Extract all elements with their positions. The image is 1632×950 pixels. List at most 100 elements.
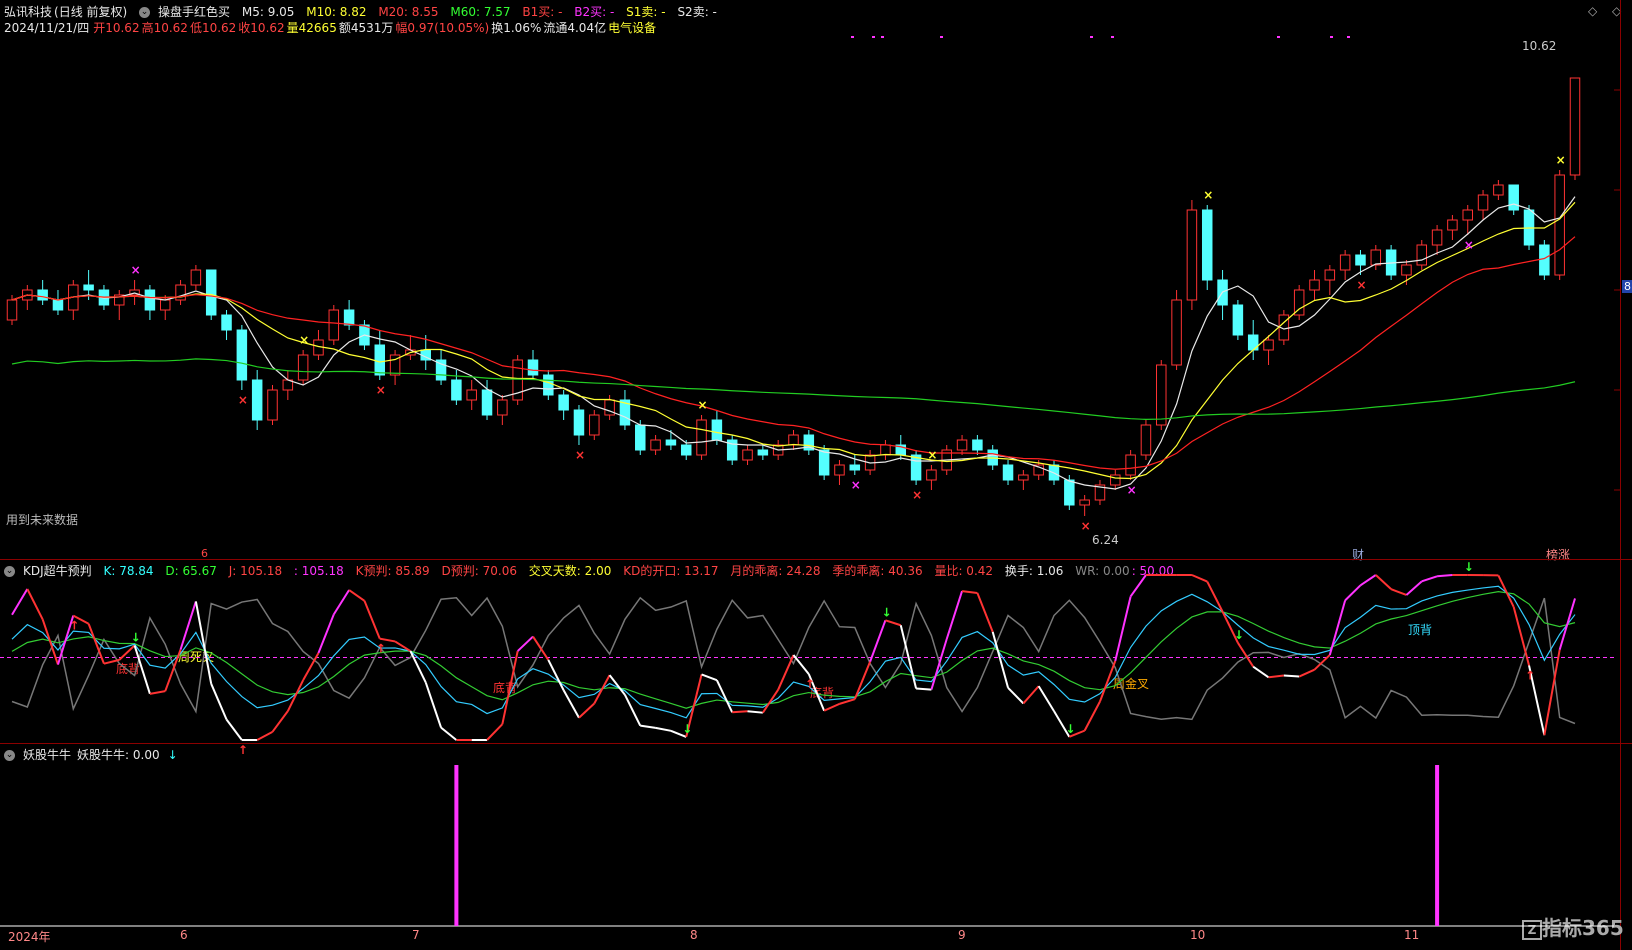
- signal-cross-icon: ×: [299, 333, 309, 347]
- kdj-j-segment: [1512, 606, 1530, 666]
- kdj-j-segment: [11, 588, 29, 616]
- kdj-j-segment: [762, 689, 780, 714]
- candle-body: [589, 414, 600, 436]
- candle-body: [558, 394, 569, 411]
- candle-body: [1171, 299, 1182, 366]
- candle-body: [635, 424, 646, 451]
- kdj-arrow-icon: ↑: [69, 619, 79, 633]
- kdj-j-segment: [945, 590, 964, 640]
- kdj-j-segment: [26, 588, 44, 620]
- kdj-j-segment: [715, 679, 734, 713]
- kdj-j-segment: [655, 726, 672, 732]
- candle-body: [1539, 244, 1550, 276]
- signal-cross-icon: ×: [575, 448, 585, 462]
- signal-cross-icon: ×: [376, 383, 386, 397]
- candle-body: [956, 439, 968, 451]
- candle-body: [6, 299, 18, 321]
- kdj-j-segment: [1359, 574, 1377, 587]
- kdj-j-segment: [1283, 674, 1300, 678]
- kdj-j-segment: [501, 650, 519, 725]
- candle-body: [1569, 77, 1581, 176]
- kdj-j-segment: [1421, 575, 1438, 583]
- candle-body: [1309, 279, 1320, 291]
- candle-body: [972, 439, 983, 451]
- candle-body: [236, 329, 248, 381]
- kdj-arrow-icon: ↓: [131, 630, 141, 644]
- candle-body: [1110, 474, 1121, 486]
- top-dot: [851, 36, 854, 38]
- candle-body: [1447, 219, 1458, 231]
- candle-body: [1554, 174, 1565, 276]
- candle-body: [1339, 254, 1351, 271]
- kdj-j-segment: [961, 590, 978, 594]
- candle-body: [1263, 339, 1274, 351]
- kdj-j-segment: [1037, 685, 1055, 712]
- candle-body: [328, 309, 340, 341]
- kdj-j-segment: [1328, 600, 1347, 656]
- candle-body: [1324, 269, 1336, 281]
- signal-cross-icon: ×: [1127, 483, 1137, 497]
- kdj-j-segment: [869, 619, 887, 662]
- candle-body: [1355, 254, 1366, 266]
- top-dot: [872, 36, 875, 38]
- kdj-j-segment: [317, 614, 335, 654]
- candle-body: [1508, 184, 1519, 211]
- kdj-j-segment: [210, 683, 228, 720]
- candle-body: [834, 464, 845, 476]
- kdj-j-segment: [885, 619, 902, 627]
- kdj-j-segment: [440, 726, 458, 741]
- kdj-j-segment: [1022, 685, 1040, 705]
- candle-body: [1064, 479, 1075, 506]
- kdj-j-segment: [486, 723, 504, 741]
- candle-body: [175, 284, 186, 301]
- candle-body: [1401, 264, 1412, 276]
- top-dot: [1111, 36, 1114, 38]
- kdj-j-segment: [732, 710, 748, 714]
- yaogu-signal-bar: [1435, 765, 1440, 926]
- candle-body: [1477, 194, 1489, 211]
- candle-body: [1416, 244, 1428, 266]
- candle-body: [910, 454, 922, 481]
- candle-body: [543, 374, 554, 396]
- kdj-j-segment: [1083, 701, 1101, 732]
- kdj-j-segment: [916, 687, 932, 691]
- kdj-j-segment: [363, 600, 381, 640]
- top-dot: [1347, 36, 1350, 38]
- kdj-k-line: [11, 585, 1576, 719]
- kdj-j-segment: [271, 710, 289, 733]
- candle-body: [1462, 209, 1473, 221]
- candle-body: [297, 354, 309, 381]
- candle-body: [1431, 229, 1443, 246]
- candle-body: [1201, 209, 1213, 281]
- kdj-j-segment: [1437, 574, 1453, 578]
- kdj-j-segment: [839, 698, 856, 705]
- kdj-j-segment: [516, 635, 534, 652]
- candle-body: [205, 269, 217, 316]
- candle-body: [926, 469, 937, 481]
- kdj-arrow-icon: ↓: [881, 605, 891, 619]
- candle-body: [1079, 499, 1090, 506]
- candle-body: [37, 289, 48, 301]
- kdj-j-segment: [624, 694, 642, 727]
- candle-body: [788, 434, 799, 446]
- signal-cross-icon: ×: [912, 488, 922, 502]
- kdj-j-segment: [1298, 668, 1315, 678]
- signal-cross-icon: ×: [1203, 188, 1213, 202]
- kdj-j-segment: [1344, 584, 1362, 602]
- kdj-j-segment: [1129, 574, 1147, 598]
- candle-body: [451, 379, 462, 401]
- candle-body: [221, 314, 232, 331]
- top-dot: [1277, 36, 1280, 38]
- candle-body: [1018, 474, 1029, 481]
- kdj-j-segment: [1007, 687, 1025, 705]
- kdj-j-segment: [640, 724, 656, 729]
- kdj-j-segment: [194, 601, 213, 684]
- kdj-j-segment: [562, 689, 580, 719]
- kdj-j-segment: [823, 702, 840, 712]
- top-dot: [1090, 36, 1093, 38]
- kdj-arrow-icon: ↓: [682, 722, 692, 736]
- candle-body: [144, 289, 156, 311]
- top-dot: [881, 36, 884, 38]
- kdj-j-segment: [1191, 574, 1208, 583]
- yaogu-signal-bar: [454, 765, 459, 926]
